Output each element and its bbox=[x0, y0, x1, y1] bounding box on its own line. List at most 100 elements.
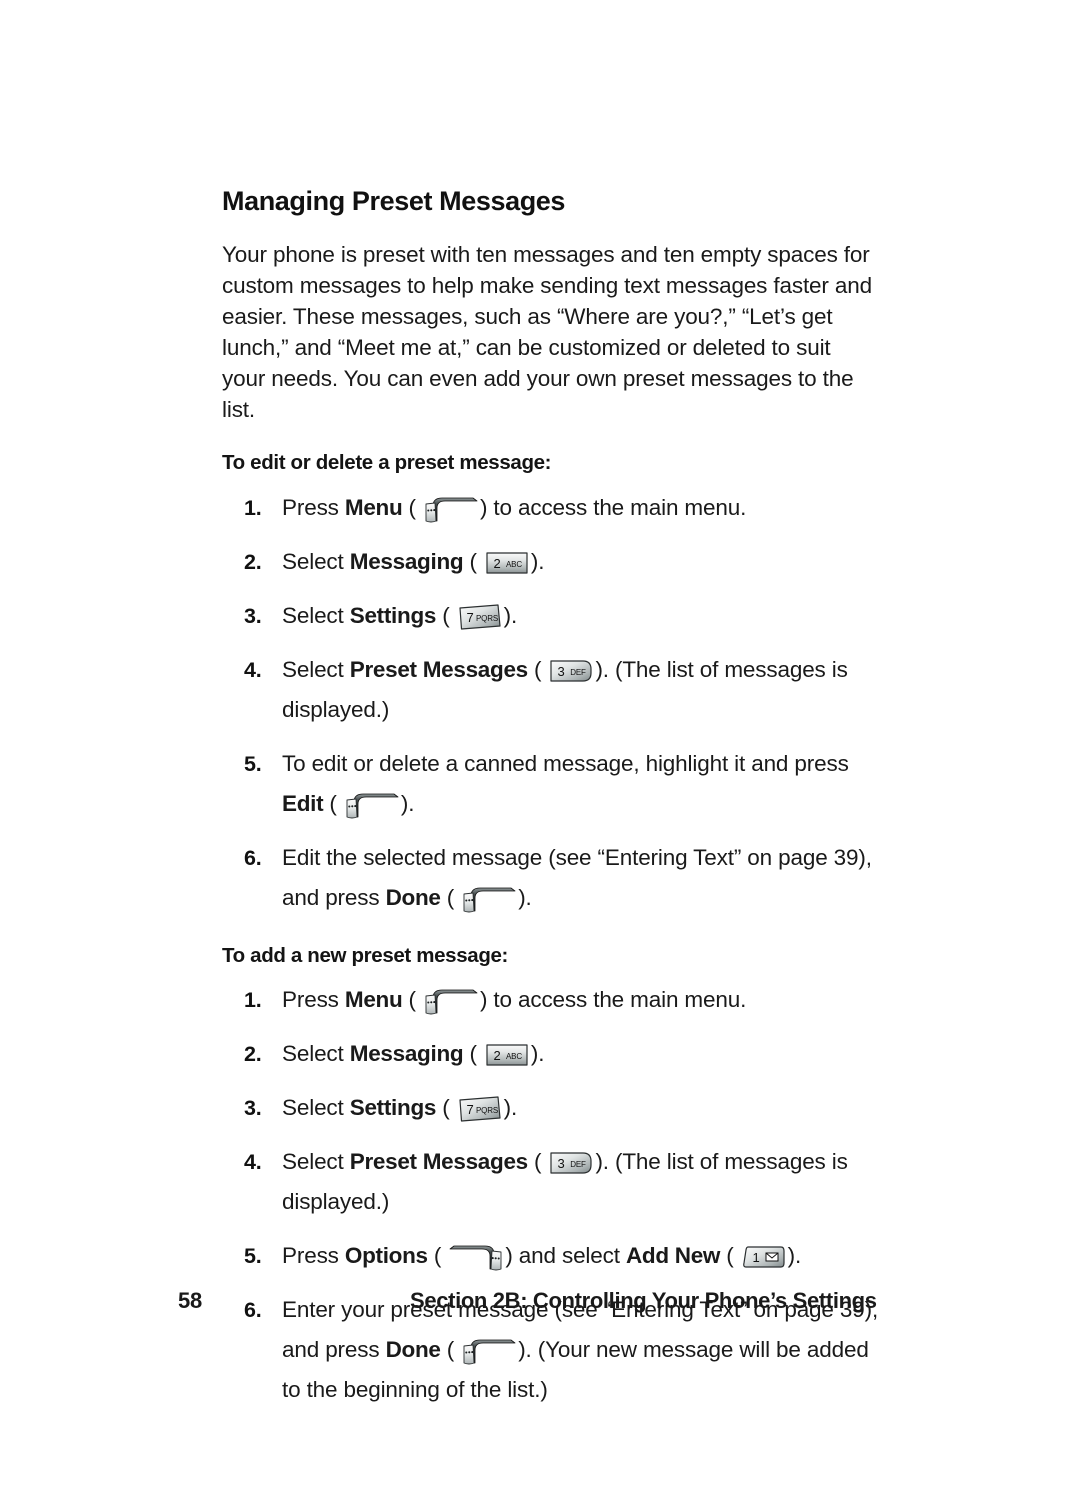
step-text-mid: ( bbox=[463, 1041, 477, 1067]
step-text-mid: ( bbox=[527, 1149, 542, 1175]
step-text-post: ) to access the main menu. bbox=[479, 494, 747, 520]
step-item: 4. Select Preset Messages ( 3 DEF ). (The… bbox=[222, 650, 882, 730]
step-ui-label: Edit bbox=[282, 790, 324, 816]
intro-paragraph: Your phone is preset with ten messages a… bbox=[222, 242, 872, 423]
step-text-post: ). bbox=[400, 790, 415, 816]
key-7-pqrs-icon: 7 PQRS bbox=[457, 1095, 503, 1123]
step-number: 5. bbox=[244, 751, 262, 776]
step-text-pre: Select bbox=[282, 1041, 350, 1067]
step-text: Select Settings ( 7 PQRS ). bbox=[282, 1088, 882, 1128]
key-3-def-icon: 3 DEF bbox=[548, 1149, 594, 1177]
step-text: Select Preset Messages ( 3 DEF ). (The l… bbox=[282, 650, 882, 730]
svg-text:PQRS: PQRS bbox=[476, 614, 498, 623]
step-item: 1. Press Menu ( ) to access the main menu… bbox=[222, 488, 882, 528]
svg-text:7: 7 bbox=[466, 610, 473, 625]
step-ui-label: Menu bbox=[344, 987, 403, 1013]
step-item: 2. Select Messaging ( 2 ABC ). bbox=[222, 542, 882, 582]
step-number: 4. bbox=[244, 1150, 262, 1175]
step-ui-label: Messaging bbox=[349, 548, 464, 574]
step-text-mid: ( bbox=[440, 884, 455, 910]
key-7-pqrs-icon: 7 PQRS bbox=[457, 603, 503, 631]
step-text-mid: ( bbox=[427, 1243, 442, 1269]
svg-text:2: 2 bbox=[493, 556, 500, 571]
step-ui-label-2: Add New bbox=[625, 1243, 721, 1269]
step-number: 2. bbox=[244, 1042, 262, 1067]
svg-text:PQRS: PQRS bbox=[476, 1106, 498, 1115]
step-text: Select Messaging ( 2 ABC ). bbox=[282, 542, 882, 582]
step-text-post: ). bbox=[518, 884, 532, 910]
step-text-pre: Press bbox=[282, 494, 345, 520]
step-item: 5. Press Options ( ) and select Add New (… bbox=[222, 1236, 882, 1276]
svg-text:1: 1 bbox=[752, 1250, 759, 1265]
step-text-pre: Press bbox=[282, 987, 345, 1013]
step-text-post: ). bbox=[503, 602, 518, 628]
step-number: 3. bbox=[244, 603, 262, 628]
step-item: 1. Press Menu ( ) to access the main menu… bbox=[222, 980, 882, 1020]
step-item: 3. Select Settings ( 7 PQRS ). bbox=[222, 1088, 882, 1128]
svg-text:3: 3 bbox=[558, 1156, 565, 1171]
step-text: Edit the selected message (see “Entering… bbox=[282, 838, 882, 918]
step-text-pre: Press bbox=[282, 1243, 345, 1269]
key-2-abc-icon: 2 ABC bbox=[484, 1041, 530, 1069]
step-ui-label: Options bbox=[344, 1243, 428, 1269]
step-text-pre: Select bbox=[282, 1149, 350, 1175]
step-ui-label: Preset Messages bbox=[349, 656, 528, 682]
step-text-post: ). bbox=[530, 1041, 545, 1067]
step-text-mid: ( bbox=[436, 1095, 450, 1121]
step-ui-label: Settings bbox=[349, 602, 437, 628]
svg-text:ABC: ABC bbox=[506, 560, 522, 569]
left-softkey-icon bbox=[423, 986, 479, 1016]
step-number: 5. bbox=[244, 1244, 262, 1269]
step-text-mid: ( bbox=[463, 548, 477, 574]
step-text-pre: Select bbox=[282, 1095, 350, 1121]
key-3-def-icon: 3 DEF bbox=[548, 657, 594, 685]
step-number: 3. bbox=[244, 1096, 262, 1121]
step-text-mid: ( bbox=[402, 987, 417, 1013]
step-text-mid: ( bbox=[323, 790, 337, 816]
step-list: 1. Press Menu ( ) to access the main menu… bbox=[222, 488, 882, 918]
step-number: 1. bbox=[244, 495, 262, 520]
manual-page: Managing Preset Messages Your phone is p… bbox=[0, 0, 1080, 1496]
step-text-post: ) and select bbox=[505, 1243, 626, 1269]
step-ui-label: Settings bbox=[349, 1095, 437, 1121]
procedure-sections: To edit or delete a preset message: 1. Pre… bbox=[222, 451, 882, 1410]
step-text-pre: Edit the selected message (see “Entering… bbox=[282, 844, 872, 910]
svg-text:3: 3 bbox=[558, 664, 565, 679]
step-text-post: ) to access the main menu. bbox=[479, 987, 747, 1013]
step-text-mid: ( bbox=[402, 494, 417, 520]
step-item: 2. Select Messaging ( 2 ABC ). bbox=[222, 1034, 882, 1074]
step-text-pre: To edit or delete a canned message, high… bbox=[282, 750, 849, 776]
step-item: 4. Select Preset Messages ( 3 DEF ). (The… bbox=[222, 1142, 882, 1222]
step-text-mid: ( bbox=[527, 656, 542, 682]
step-ui-label: Done bbox=[385, 884, 441, 910]
step-number: 6. bbox=[244, 845, 262, 870]
step-text: To edit or delete a canned message, high… bbox=[282, 744, 882, 824]
section-subheading: To edit or delete a preset message: bbox=[222, 451, 552, 475]
step-text: Select Messaging ( 2 ABC ). bbox=[282, 1034, 882, 1074]
svg-text:DEF: DEF bbox=[571, 668, 587, 677]
step-ui-label: Done bbox=[385, 1337, 441, 1363]
step-text: Select Settings ( 7 PQRS ). bbox=[282, 596, 882, 636]
step-text: Press Menu ( ) to access the main menu. bbox=[282, 488, 882, 528]
key-2-abc-icon: 2 ABC bbox=[484, 549, 530, 577]
step-list: 1. Press Menu ( ) to access the main menu… bbox=[222, 980, 882, 1410]
step-number: 2. bbox=[244, 549, 262, 574]
step-ui-label: Messaging bbox=[349, 1041, 464, 1067]
svg-text:ABC: ABC bbox=[506, 1052, 522, 1061]
step-text: Press Options ( ) and select Add New ( 1… bbox=[282, 1236, 882, 1276]
step-text-post: ). bbox=[503, 1095, 518, 1121]
step-number: 1. bbox=[244, 988, 262, 1013]
step-text-pre: Select bbox=[282, 656, 350, 682]
step-ui-label: Preset Messages bbox=[349, 1149, 528, 1175]
left-softkey-icon bbox=[423, 494, 479, 524]
page-footer: 58 Section 2B: Controlling Your Phone’s … bbox=[0, 1288, 1080, 1328]
left-softkey-icon bbox=[461, 1336, 517, 1366]
left-softkey-icon bbox=[461, 884, 517, 914]
step-text-post: ). bbox=[530, 548, 545, 574]
svg-text:DEF: DEF bbox=[571, 1160, 587, 1169]
step-text-post-2: ). bbox=[787, 1243, 802, 1269]
svg-text:2: 2 bbox=[493, 1048, 500, 1063]
step-item: 5. To edit or delete a canned message, hi… bbox=[222, 744, 882, 824]
page-content: Managing Preset Messages Your phone is p… bbox=[222, 186, 882, 1424]
key-1-envelope-icon: 1 bbox=[741, 1243, 787, 1271]
